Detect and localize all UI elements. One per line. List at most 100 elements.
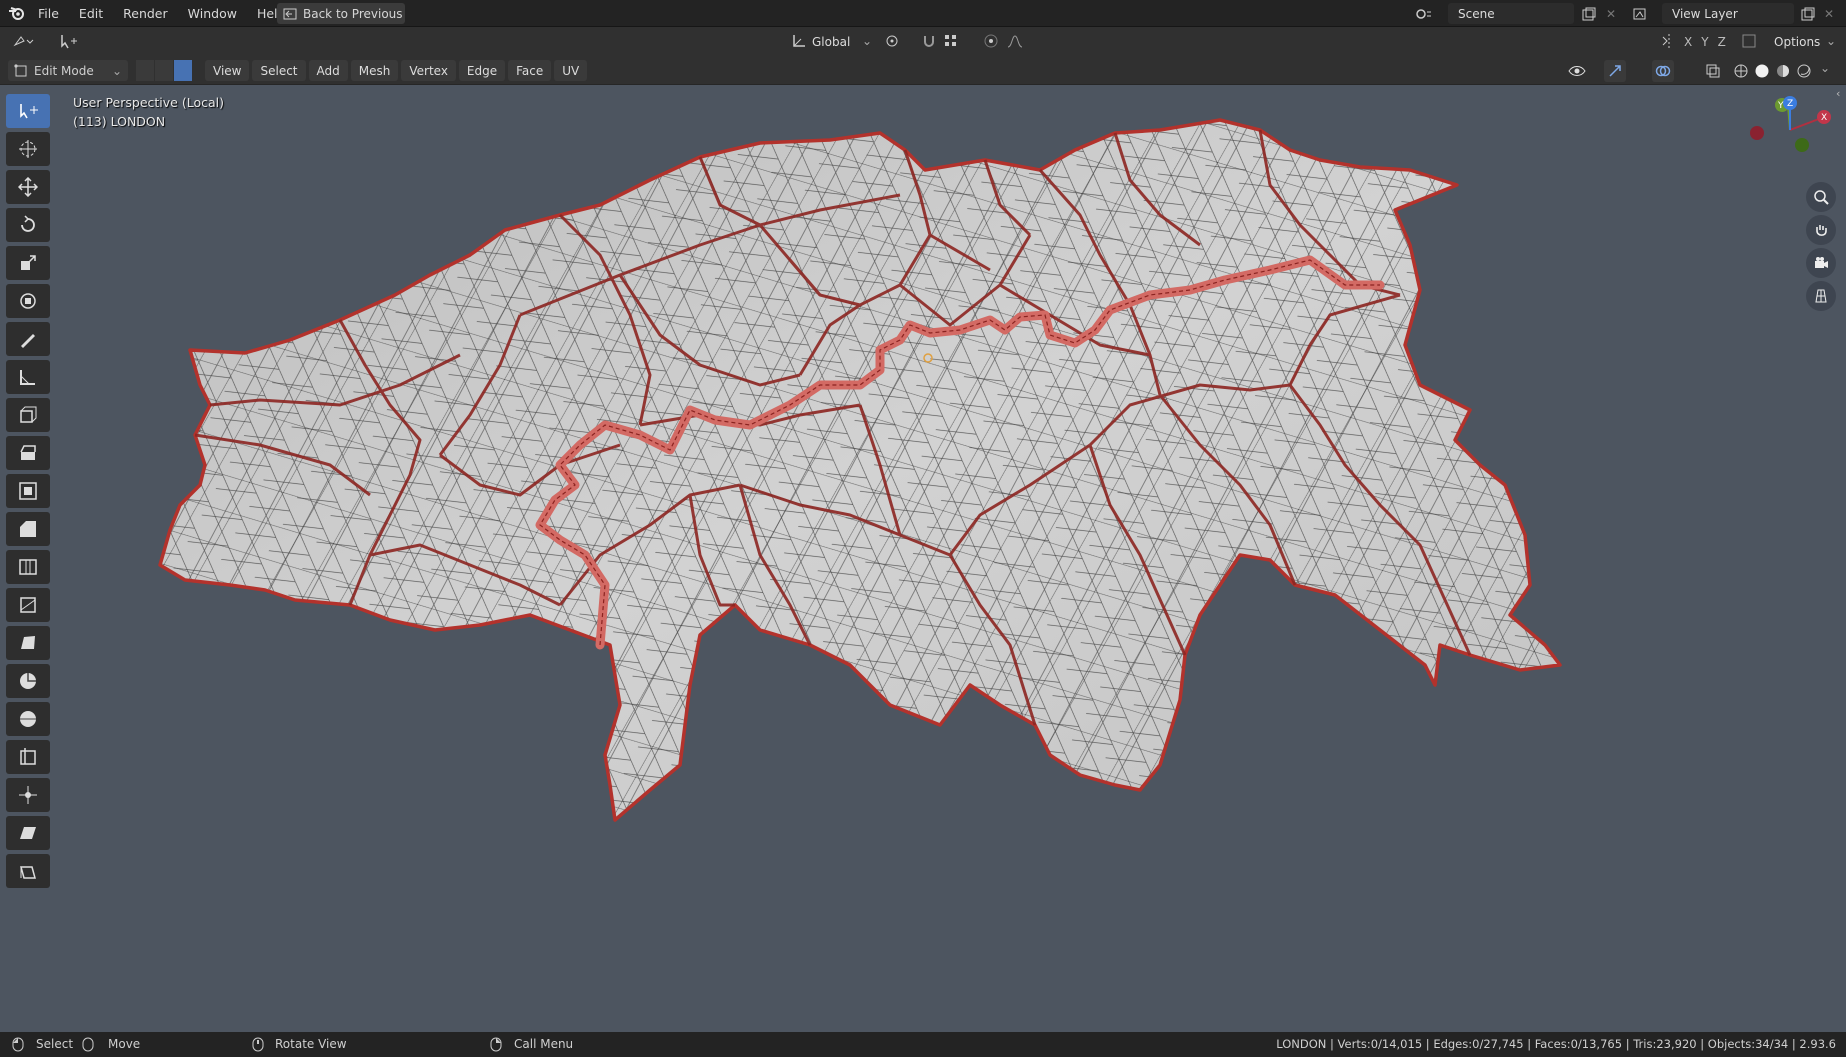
extrude-icon[interactable] xyxy=(6,436,50,470)
menu-add[interactable]: Add xyxy=(308,60,348,81)
visibility-icon[interactable] xyxy=(1566,60,1588,82)
back-icon xyxy=(283,8,297,19)
top-bar: File Edit Render Window Help Back to Pre… xyxy=(0,0,1846,27)
poly-build-icon[interactable] xyxy=(6,626,50,660)
perspective-label: User Perspective (Local) xyxy=(73,95,224,110)
viewport-header: Edit Mode ⌄ View Select Add Mesh Vertex … xyxy=(0,57,1846,85)
edit-mode-icon xyxy=(14,63,27,76)
cursor-icon[interactable] xyxy=(6,132,50,166)
delete-view-layer-icon[interactable]: ✕ xyxy=(1818,3,1840,25)
london-mesh xyxy=(158,118,1562,822)
annotate-icon[interactable] xyxy=(6,322,50,356)
edge-select-mode-icon[interactable] xyxy=(155,60,173,81)
select-tool-icon[interactable] xyxy=(58,30,80,52)
material-preview-icon[interactable] xyxy=(1772,60,1794,82)
menu-view[interactable]: View xyxy=(205,60,250,81)
add-cube-icon[interactable] xyxy=(6,398,50,432)
scene-field[interactable]: Scene xyxy=(1448,3,1574,24)
menu-edge[interactable]: Edge xyxy=(458,60,506,81)
scene-statistics: LONDON | Verts:0/14,015 | Edges:0/27,745… xyxy=(1276,1037,1836,1051)
edge-slide-icon[interactable] xyxy=(6,740,50,774)
face-select-mode-icon[interactable] xyxy=(174,60,192,81)
transform-icon[interactable] xyxy=(6,284,50,318)
chevron-down-icon[interactable]: ⌄ xyxy=(862,34,872,48)
proportional-edit-icon[interactable] xyxy=(980,30,1002,52)
proportional-falloff-icon[interactable] xyxy=(1004,30,1026,52)
overlays-toggle-icon[interactable] xyxy=(1652,60,1674,82)
wireframe-shading-icon[interactable] xyxy=(1730,60,1752,82)
xray-toggle-icon[interactable] xyxy=(1702,60,1724,82)
status-bar: Select Move Rotate View Call Menu LONDON… xyxy=(0,1032,1846,1057)
scene-name: Scene xyxy=(1458,6,1495,21)
select-box-icon[interactable] xyxy=(6,94,50,128)
menu-uv[interactable]: UV xyxy=(554,60,588,81)
back-to-previous-label: Back to Previous xyxy=(303,6,403,21)
mirror-axis-y[interactable]: Y xyxy=(1701,35,1708,49)
shear-icon[interactable] xyxy=(6,816,50,850)
snap-toggle-icon[interactable] xyxy=(918,30,940,52)
bevel-icon[interactable] xyxy=(6,512,50,546)
view-layer-name: View Layer xyxy=(1672,6,1738,21)
rotate-icon[interactable] xyxy=(6,208,50,242)
move-icon[interactable] xyxy=(6,170,50,204)
3d-viewport[interactable]: User Perspective (Local) (113) LONDON Y … xyxy=(0,85,1846,1032)
delete-scene-icon[interactable]: ✕ xyxy=(1600,3,1622,25)
shading-chevron-icon[interactable]: ⌄ xyxy=(1820,61,1830,75)
mouse-left-icon xyxy=(12,1037,24,1052)
menu-face[interactable]: Face xyxy=(508,60,552,81)
smooth-icon[interactable] xyxy=(6,702,50,736)
camera-view-icon[interactable] xyxy=(1806,248,1836,278)
mirror-axis-z[interactable]: Z xyxy=(1718,35,1726,49)
menu-window[interactable]: Window xyxy=(178,6,247,21)
knife-icon[interactable] xyxy=(6,588,50,622)
mouse-drag-icon xyxy=(82,1037,94,1052)
new-view-layer-icon[interactable] xyxy=(1797,3,1819,25)
navigation-gizmo[interactable]: Y Z X xyxy=(1740,95,1840,175)
transform-orientation-icon[interactable] xyxy=(788,30,810,52)
solid-shading-icon[interactable] xyxy=(1751,60,1773,82)
scale-icon[interactable] xyxy=(6,246,50,280)
menu-vertex[interactable]: Vertex xyxy=(401,60,456,81)
menu-select[interactable]: Select xyxy=(252,60,306,81)
new-scene-icon[interactable] xyxy=(1578,3,1600,25)
mode-selector[interactable]: Edit Mode ⌄ xyxy=(8,60,128,81)
mirror-icon[interactable] xyxy=(1658,30,1680,52)
menu-file[interactable]: File xyxy=(28,6,69,21)
snap-element-icon[interactable] xyxy=(940,30,962,52)
inset-icon[interactable] xyxy=(6,474,50,508)
rendered-shading-icon[interactable] xyxy=(1793,60,1815,82)
pan-hand-icon[interactable] xyxy=(1806,215,1836,245)
options-chevron-icon: ⌄ xyxy=(1826,34,1837,48)
auto-merge-icon[interactable] xyxy=(1738,30,1760,52)
gizmo-y-label: Y xyxy=(1777,101,1784,111)
orthographic-grid-icon[interactable] xyxy=(1806,281,1836,311)
view-layer-field[interactable]: View Layer xyxy=(1662,3,1794,24)
spin-icon[interactable] xyxy=(6,664,50,698)
object-label: (113) LONDON xyxy=(73,114,166,129)
loop-cut-icon[interactable] xyxy=(6,550,50,584)
mouse-middle-icon xyxy=(252,1037,264,1052)
measure-icon[interactable] xyxy=(6,360,50,394)
editor-type-icon[interactable] xyxy=(12,30,34,52)
zoom-icon[interactable] xyxy=(1806,182,1836,212)
transform-orientation-value[interactable]: Global xyxy=(812,35,850,49)
mirror-axis-x[interactable]: X xyxy=(1684,35,1692,49)
status-rotate-view: Rotate View xyxy=(275,1037,347,1051)
pivot-point-icon[interactable] xyxy=(882,30,904,52)
sidebar-toggle-icon[interactable]: ‹ xyxy=(1836,87,1840,100)
menu-mesh[interactable]: Mesh xyxy=(350,60,399,81)
vertex-select-mode-icon[interactable] xyxy=(136,60,154,81)
shrink-fatten-icon[interactable] xyxy=(6,778,50,812)
main-menu: File Edit Render Window Help xyxy=(28,0,295,26)
menu-edit[interactable]: Edit xyxy=(69,6,113,21)
back-to-previous-button[interactable]: Back to Previous xyxy=(277,3,405,24)
blender-logo-icon[interactable] xyxy=(8,5,26,21)
tool-shelf xyxy=(6,94,54,892)
menu-render[interactable]: Render xyxy=(113,6,178,21)
options-menu[interactable]: Options xyxy=(1774,35,1820,49)
gizmo-toggle-icon[interactable] xyxy=(1604,60,1626,82)
status-select: Select xyxy=(36,1037,74,1051)
scene-selector-icon[interactable] xyxy=(1412,3,1434,25)
view-layer-selector-icon[interactable] xyxy=(1630,3,1652,25)
rip-icon[interactable] xyxy=(6,854,50,888)
